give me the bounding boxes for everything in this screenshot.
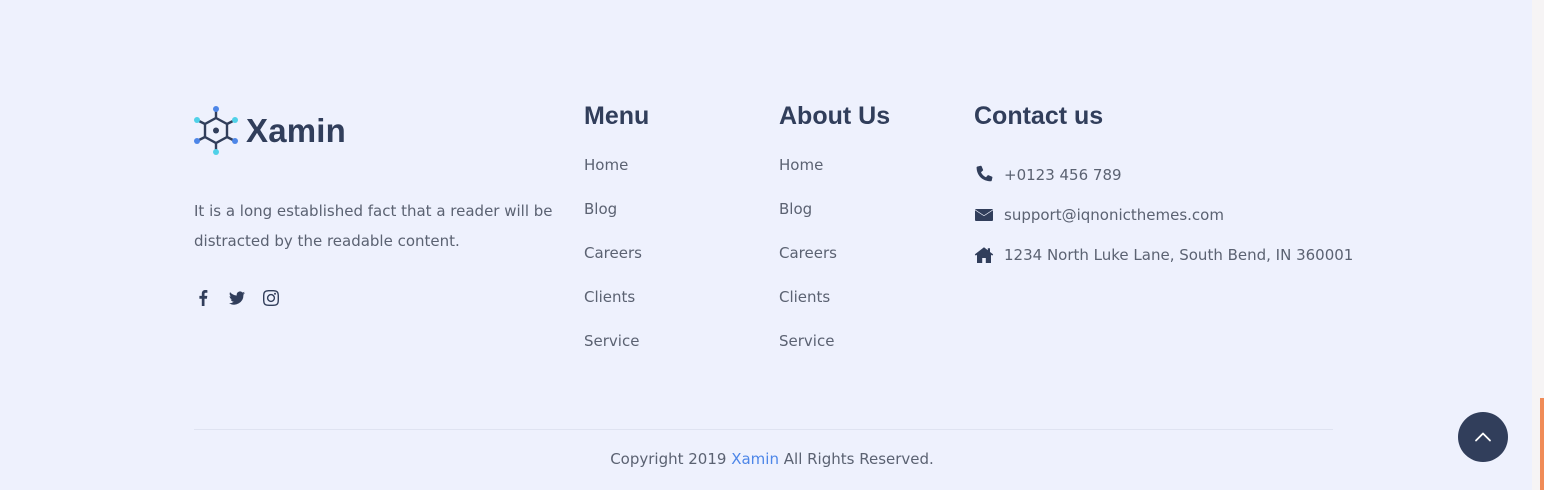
- menu-column: Menu Home Blog Careers Clients Service: [584, 100, 649, 375]
- contact-phone: +0123 456 789: [1004, 166, 1122, 184]
- brand-logo[interactable]: Xamin: [194, 106, 346, 156]
- copyright-suffix: All Rights Reserved.: [783, 450, 934, 468]
- twitter-link[interactable]: [228, 289, 246, 307]
- about-list: Home Blog Careers Clients Service: [779, 155, 890, 375]
- about-link-clients[interactable]: Clients: [779, 288, 830, 306]
- list-item: Clients: [584, 287, 649, 331]
- contact-column: Contact us +0123 456 789 support@iqnonic…: [974, 100, 1353, 275]
- chevron-up-icon: [1475, 432, 1491, 442]
- brand-name: Xamin: [246, 112, 347, 149]
- list-item: Careers: [584, 243, 649, 287]
- scrollbar-thumb[interactable]: [1540, 398, 1544, 490]
- about-link-careers[interactable]: Careers: [779, 244, 837, 262]
- home-icon: [974, 247, 994, 263]
- phone-icon: [976, 165, 993, 182]
- menu-list: Home Blog Careers Clients Service: [584, 155, 649, 375]
- list-item: Service: [779, 331, 890, 375]
- menu-heading: Menu: [584, 102, 650, 130]
- brand-description: It is a long established fact that a rea…: [194, 202, 553, 250]
- copyright-prefix: Copyright 2019: [610, 450, 727, 468]
- contact-email-row: support@iqnonicthemes.com: [974, 195, 1353, 235]
- twitter-icon: [229, 291, 245, 305]
- contact-email[interactable]: support@iqnonicthemes.com: [1004, 205, 1224, 225]
- copyright-brand-link[interactable]: Xamin: [731, 450, 779, 468]
- instagram-link[interactable]: [262, 289, 280, 307]
- about-column: About Us Home Blog Careers Clients Servi…: [779, 100, 890, 375]
- list-item: Careers: [779, 243, 890, 287]
- social-links: [194, 289, 280, 307]
- list-item: Home: [584, 155, 649, 199]
- list-item: Service: [584, 331, 649, 375]
- contact-address-row: 1234 North Luke Lane, South Bend, IN 360…: [974, 235, 1353, 275]
- menu-link-blog[interactable]: Blog: [584, 200, 617, 218]
- back-to-top-button[interactable]: [1458, 412, 1508, 462]
- menu-link-service[interactable]: Service: [584, 332, 639, 350]
- page-scrollbar[interactable]: [1532, 0, 1544, 490]
- list-item: Blog: [779, 199, 890, 243]
- contact-address: 1234 North Luke Lane, South Bend, IN 360…: [1004, 246, 1354, 264]
- facebook-link[interactable]: [194, 289, 212, 307]
- contact-list: +0123 456 789 support@iqnonicthemes.com …: [974, 155, 1353, 275]
- contact-phone-row: +0123 456 789: [974, 155, 1353, 195]
- menu-link-clients[interactable]: Clients: [584, 288, 635, 306]
- about-link-service[interactable]: Service: [779, 332, 834, 350]
- about-link-home[interactable]: Home: [779, 156, 823, 174]
- footer-divider: [194, 429, 1333, 430]
- about-heading: About Us: [779, 102, 891, 130]
- copyright-text: Copyright 2019 Xamin All Rights Reserved…: [0, 450, 1544, 468]
- envelope-icon: [975, 209, 993, 221]
- list-item: Blog: [584, 199, 649, 243]
- xamin-logo-icon: [194, 106, 238, 155]
- list-item: Home: [779, 155, 890, 199]
- menu-link-home[interactable]: Home: [584, 156, 628, 174]
- menu-link-careers[interactable]: Careers: [584, 244, 642, 262]
- about-link-blog[interactable]: Blog: [779, 200, 812, 218]
- list-item: Clients: [779, 287, 890, 331]
- contact-heading: Contact us: [974, 102, 1104, 130]
- instagram-icon: [263, 290, 279, 306]
- facebook-icon: [199, 290, 208, 306]
